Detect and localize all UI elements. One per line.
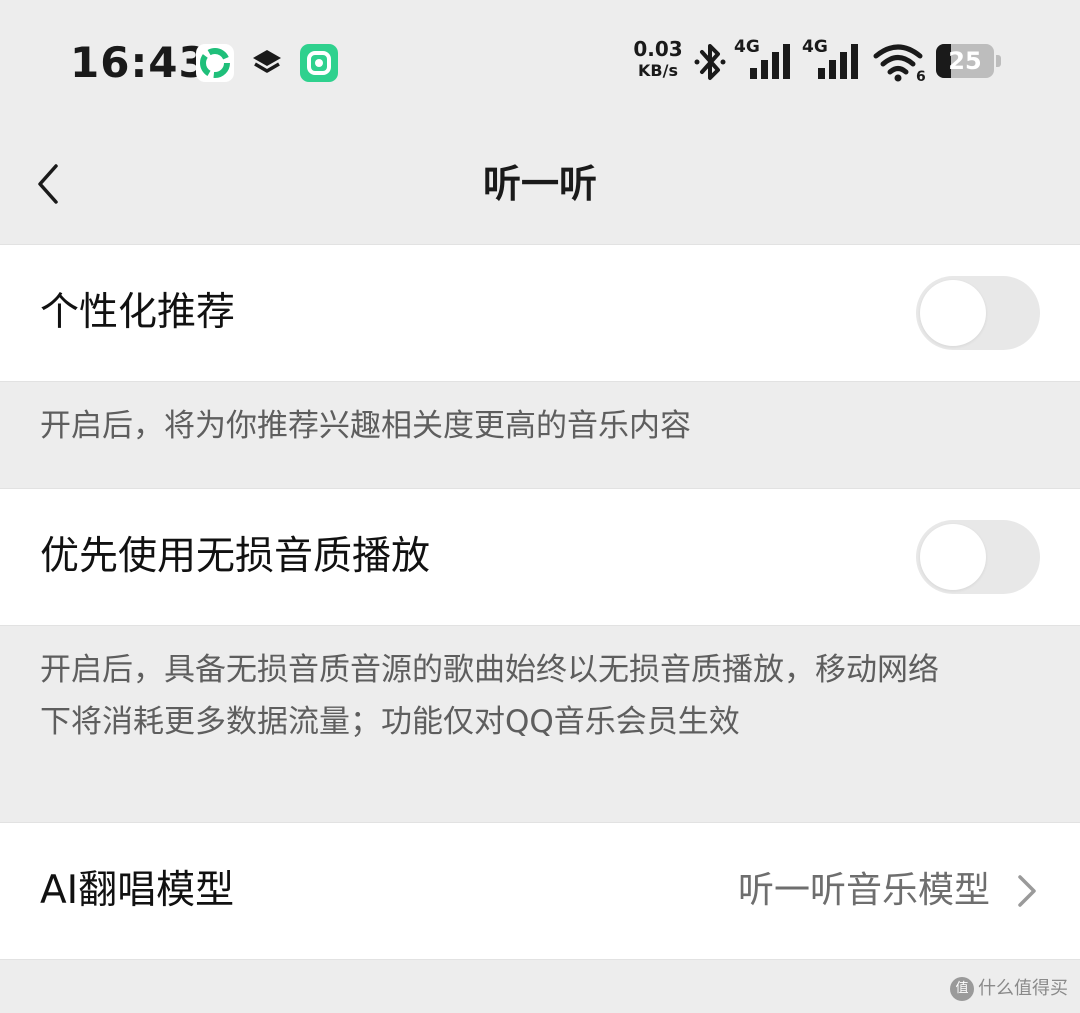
battery-level: 25 xyxy=(948,47,982,75)
ai-cover-model-row[interactable]: AI翻唱模型 听一听音乐模型 xyxy=(0,822,1080,960)
network-speed-value: 0.03 xyxy=(633,37,683,61)
nav-bar: 听一听 xyxy=(0,122,1080,244)
lossless-description-line-1: 开启后，具备无损音质音源的歌曲始终以无损音质播放，移动网络 xyxy=(40,652,939,688)
wifi-level: 6 xyxy=(916,69,926,82)
watermark: 值什么值得买 xyxy=(950,975,1068,1003)
status-time: 16:43 xyxy=(70,38,209,87)
watermark-text: 什么值得买 xyxy=(978,978,1068,999)
personalized-recommendation-toggle[interactable] xyxy=(916,276,1040,350)
battery-icon: 25 xyxy=(936,44,994,78)
green-app-icon xyxy=(196,44,234,82)
watermark-logo-icon: 值 xyxy=(950,977,974,1001)
personalized-recommendation-row[interactable]: 个性化推荐 xyxy=(0,244,1080,382)
chevron-right-icon xyxy=(1018,875,1036,907)
page-title: 听一听 xyxy=(482,162,597,206)
personalized-recommendation-description: 开启后，将为你推荐兴趣相关度更高的音乐内容 xyxy=(40,408,691,444)
toggle-knob xyxy=(920,280,986,346)
signal-icon: 4G xyxy=(734,38,796,82)
lossless-playback-description: 开启后，具备无损音质音源的歌曲始终以无损音质播放，移动网络 下将消耗更多数据流量… xyxy=(40,644,1040,748)
ai-cover-model-value: 听一听音乐模型 xyxy=(737,870,990,911)
personalized-recommendation-label: 个性化推荐 xyxy=(40,290,236,335)
lossless-playback-row[interactable]: 优先使用无损音质播放 xyxy=(0,488,1080,626)
layers-icon xyxy=(248,44,286,82)
network-speed-unit: KB/s xyxy=(638,61,678,80)
status-bar: 16:43 0.03 KB/s 4G 4G 6 25 xyxy=(0,0,1080,122)
network-speed: 0.03 KB/s xyxy=(632,38,684,82)
bluetooth-icon xyxy=(692,40,728,84)
ai-cover-model-label: AI翻唱模型 xyxy=(40,868,235,913)
lossless-description-line-2: 下将消耗更多数据流量；功能仅对QQ音乐会员生效 xyxy=(40,704,740,740)
wifi-icon: 6 xyxy=(872,42,926,85)
signal-icon-2: 4G xyxy=(802,38,864,82)
toggle-knob xyxy=(920,524,986,590)
green-app-icon-2 xyxy=(300,44,338,82)
battery-tip xyxy=(996,55,1001,67)
lossless-playback-label: 优先使用无损音质播放 xyxy=(40,534,431,579)
lossless-playback-toggle[interactable] xyxy=(916,520,1040,594)
